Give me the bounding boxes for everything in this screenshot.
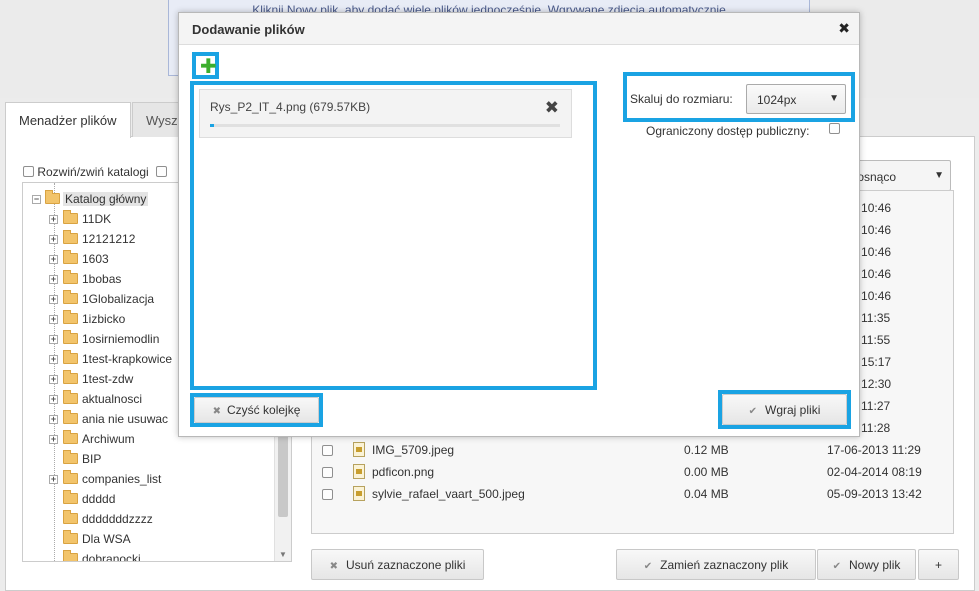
x-icon: ✖ <box>212 406 222 417</box>
upload-highlight: ✔ Wgraj pliki <box>718 390 851 429</box>
upload-button[interactable]: ✔ Wgraj pliki <box>722 394 847 425</box>
progress-fill <box>210 124 214 127</box>
scale-select[interactable]: 1024px ▼ <box>746 84 846 114</box>
scale-value: 1024px <box>757 93 797 107</box>
public-access-checkbox[interactable] <box>829 123 840 134</box>
clear-queue-highlight: ✖ Czyść kolejkę <box>190 393 323 427</box>
close-icon[interactable]: ✖ <box>838 20 850 37</box>
upload-label: Wgraj pliki <box>765 403 821 417</box>
public-access-label: Ograniczony dostęp publiczny: <box>646 124 810 138</box>
check-icon: ✔ <box>748 406 758 417</box>
clear-queue-button[interactable]: ✖ Czyść kolejkę <box>194 397 319 423</box>
dialog-header: Dodawanie plików ✖ <box>179 13 859 45</box>
chevron-down-icon: ▼ <box>829 93 839 104</box>
clear-queue-label: Czyść kolejkę <box>227 403 301 417</box>
add-files-button[interactable]: ✚ <box>192 52 219 79</box>
plus-icon: ✚ <box>200 56 217 78</box>
queue-item-name: Rys_P2_IT_4.png (679.57KB) <box>210 100 371 114</box>
remove-icon[interactable]: ✖ <box>545 98 559 118</box>
scale-label: Skaluj do rozmiaru: <box>630 92 733 106</box>
progress-bar <box>210 124 560 127</box>
dialog-title: Dodawanie plików <box>192 22 305 37</box>
queue-item: Rys_P2_IT_4.png (679.57KB) ✖ <box>199 89 572 138</box>
